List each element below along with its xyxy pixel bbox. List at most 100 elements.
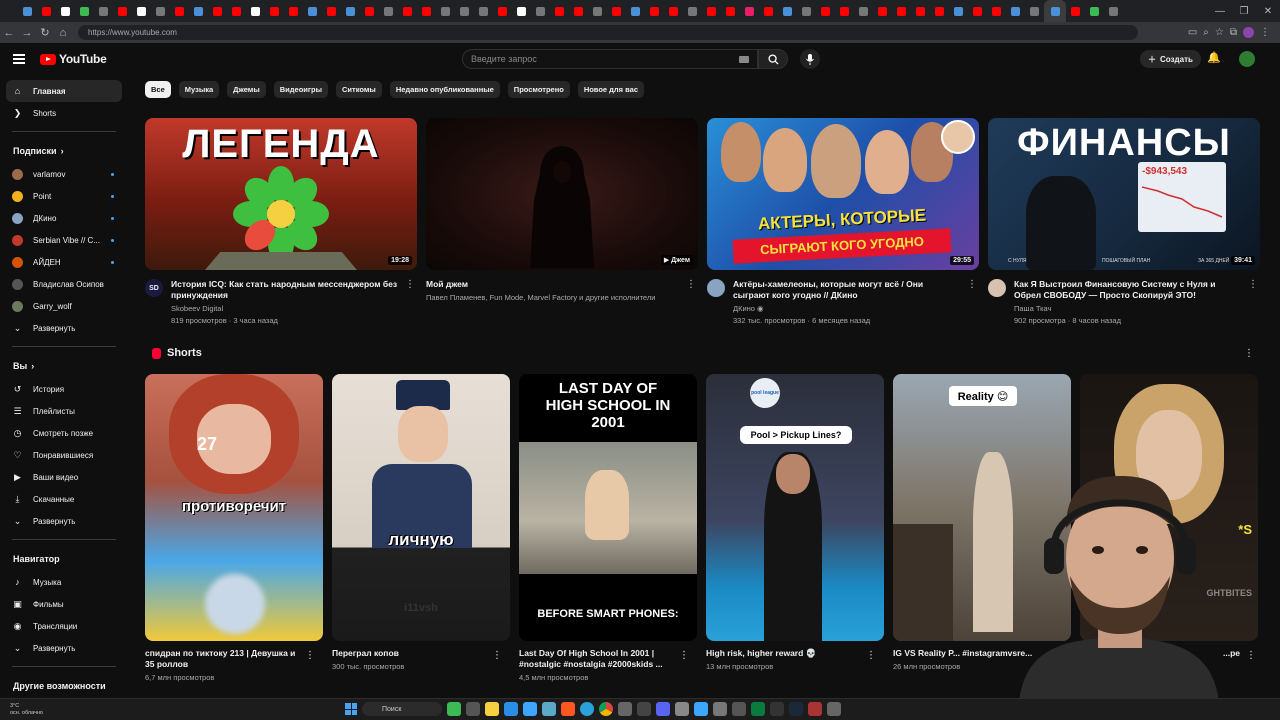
filter-chip[interactable]: Ситкомы	[336, 81, 382, 98]
browser-tab[interactable]	[208, 0, 227, 22]
short-card[interactable]: pool league Pool > Pickup Lines? High ri…	[706, 374, 884, 673]
back-icon[interactable]: ←	[0, 27, 18, 39]
sidebar-section-title[interactable]: Подписки ›	[6, 139, 122, 163]
channel-name[interactable]: Павел Пламенев, Fun Mode, Marvel Factory…	[426, 292, 655, 304]
browser-menu-icon[interactable]: ⋮	[1260, 27, 1270, 38]
zoom-icon[interactable]: ⌕	[1203, 27, 1209, 38]
browser-tab[interactable]	[816, 0, 835, 22]
search-input[interactable]: Введите запрос	[462, 49, 758, 69]
browser-tab[interactable]	[550, 0, 569, 22]
account-avatar[interactable]	[1239, 51, 1255, 67]
browser-tab[interactable]	[265, 0, 284, 22]
browser-tab[interactable]	[170, 0, 189, 22]
browser-tab[interactable]	[417, 0, 436, 22]
browser-tab[interactable]	[1006, 0, 1025, 22]
browser-tab[interactable]	[854, 0, 873, 22]
sidebar-item[interactable]: ДКино	[6, 207, 122, 229]
browser-tab[interactable]	[303, 0, 322, 22]
video-title[interactable]: Мой джем	[426, 279, 654, 290]
browser-tab[interactable]	[797, 0, 816, 22]
short-thumbnail[interactable]: LAST DAY OF HIGH SCHOOL IN 2001 BEFORE S…	[519, 374, 697, 641]
search-button[interactable]	[758, 49, 788, 69]
url-field[interactable]: https://www.youtube.com	[78, 25, 1138, 40]
video-title[interactable]: Как Я Выстроил Финансовую Систему с Нуля…	[1014, 279, 1242, 301]
browser-tab[interactable]	[436, 0, 455, 22]
browser-tab[interactable]	[455, 0, 474, 22]
sidebar-item[interactable]: varlamov	[6, 163, 122, 185]
more-options-icon[interactable]: ⋮	[967, 279, 977, 290]
filter-chip[interactable]: Недавно опубликованные	[389, 81, 500, 98]
sidebar-item[interactable]: Serbian Vibe // C...	[6, 229, 122, 251]
sidebar-item[interactable]: ▣ Фильмы	[6, 593, 122, 615]
video-thumbnail[interactable]: ▶ Джем	[426, 118, 698, 270]
browser-tab[interactable]	[474, 0, 493, 22]
reload-icon[interactable]: ↻	[36, 26, 54, 39]
video-thumbnail[interactable]: ФИНАНСЫ -$943,543 С НУЛЯ ПОШАГОВЫЙ ПЛАН …	[988, 118, 1260, 270]
discord-icon[interactable]	[656, 702, 670, 716]
browser-tab[interactable]	[968, 0, 987, 22]
browser-tab[interactable]	[75, 0, 94, 22]
sidebar-item[interactable]: ⌂ Главная	[6, 80, 122, 102]
more-options-icon[interactable]: ⋮	[492, 650, 502, 661]
install-icon[interactable]: ▭	[1188, 27, 1197, 38]
create-button[interactable]: ＋ Создать	[1140, 50, 1201, 68]
filter-chip[interactable]: Просмотрено	[507, 81, 570, 98]
filter-chip[interactable]: Джемы	[227, 81, 266, 98]
short-thumbnail[interactable]: личную i11vsh	[332, 374, 510, 641]
video-title[interactable]: Актёры-хамелеоны, которые могут всё / Он…	[733, 279, 961, 301]
browser-tab[interactable]	[1085, 0, 1104, 22]
telegram-icon[interactable]	[580, 702, 594, 716]
filter-chip[interactable]: Музыка	[178, 81, 220, 98]
browser-tab[interactable]	[132, 0, 151, 22]
channel-name[interactable]: Skobeev Digital	[171, 303, 399, 315]
browser-tab[interactable]	[873, 0, 892, 22]
browser-tab[interactable]	[398, 0, 417, 22]
more-options-icon[interactable]: ⋮	[686, 279, 696, 290]
keyboard-icon[interactable]	[739, 56, 749, 63]
browser-tab[interactable]	[1044, 0, 1066, 22]
sidebar-section-title[interactable]: Вы ›	[6, 354, 122, 378]
app-icon[interactable]	[523, 702, 537, 716]
short-title[interactable]: спидран по тиктоку 213 | Девушка и 35 ро…	[145, 648, 305, 670]
short-card[interactable]: личную i11vsh Переграл копов 300 тыс. пр…	[332, 374, 510, 673]
extensions-icon[interactable]: ⧉	[1230, 27, 1237, 38]
browser-tab[interactable]	[607, 0, 626, 22]
browser-tab[interactable]	[341, 0, 360, 22]
browser-tab[interactable]	[683, 0, 702, 22]
browser-tab[interactable]	[930, 0, 949, 22]
more-options-icon[interactable]: ⋮	[1244, 348, 1254, 359]
sidebar-item[interactable]: ⌄ Развернуть	[6, 510, 122, 532]
maximize-icon[interactable]: ❐	[1232, 0, 1256, 22]
app-icon[interactable]	[447, 702, 461, 716]
browser-tab[interactable]	[626, 0, 645, 22]
filter-chip[interactable]: Все	[145, 81, 171, 98]
menu-icon[interactable]	[13, 54, 25, 66]
short-card[interactable]: LAST DAY OF HIGH SCHOOL IN 2001 BEFORE S…	[519, 374, 697, 684]
app-icon[interactable]	[618, 702, 632, 716]
sidebar-item[interactable]: ▶ Ваши видео	[6, 466, 122, 488]
app-icon[interactable]	[542, 702, 556, 716]
browser-tab[interactable]	[322, 0, 341, 22]
browser-tab[interactable]	[493, 0, 512, 22]
browser-tab[interactable]	[18, 0, 37, 22]
sidebar-item[interactable]: ❯ Shorts	[6, 102, 122, 124]
sidebar-item[interactable]: ⌄ Развернуть	[6, 637, 122, 659]
browser-tab[interactable]	[835, 0, 854, 22]
browser-tab[interactable]	[37, 0, 56, 22]
browser-tab[interactable]	[911, 0, 930, 22]
video-thumbnail[interactable]: АКТЕРЫ, КОТОРЫЕ СЫГРАЮТ КОГО УГОДНО 29:5…	[707, 118, 979, 270]
more-options-icon[interactable]: ⋮	[866, 650, 876, 661]
more-options-icon[interactable]: ⋮	[1248, 279, 1258, 290]
browser-tab[interactable]	[892, 0, 911, 22]
browser-tab[interactable]	[721, 0, 740, 22]
browser-tab[interactable]	[379, 0, 398, 22]
short-card[interactable]: 27 противоречит спидран по тиктоку 213 |…	[145, 374, 323, 684]
video-card[interactable]: АКТЕРЫ, КОТОРЫЕ СЫГРАЮТ КОГО УГОДНО 29:5…	[707, 118, 979, 327]
short-title[interactable]: Переграл копов	[332, 648, 492, 659]
browser-tab[interactable]	[759, 0, 778, 22]
short-title[interactable]: High risk, higher reward 💀	[706, 648, 866, 659]
video-card[interactable]: ▶ Джем Мой джем Павел Пламенев, Fun Mode…	[426, 118, 698, 304]
short-thumbnail[interactable]: 27 противоречит	[145, 374, 323, 641]
sidebar-item[interactable]: Garry_wolf	[6, 295, 122, 317]
channel-avatar[interactable]: SD	[145, 279, 163, 297]
